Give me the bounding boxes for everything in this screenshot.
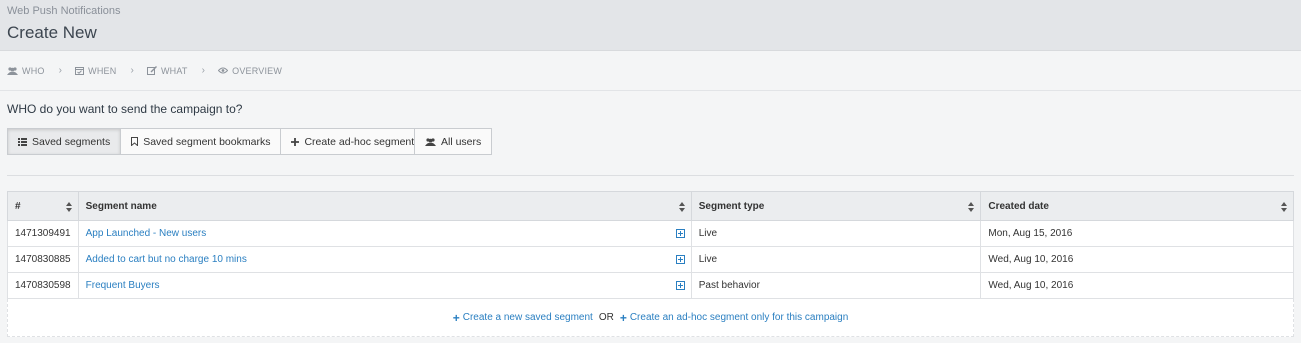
segment-name-cell: Frequent Buyers <box>77 272 692 299</box>
table-header-row: # Segment name Segment type Created date <box>7 191 1294 221</box>
column-label: # <box>15 200 21 212</box>
column-header-segment-type[interactable]: Segment type <box>690 191 982 221</box>
segment-type: Live <box>690 220 982 247</box>
plus-icon <box>291 137 300 146</box>
create-adhoc-segment-link[interactable]: + Create an ad-hoc segment only for this… <box>620 311 848 325</box>
column-label: Created date <box>988 200 1049 212</box>
step-label: WHO <box>22 65 45 76</box>
expand-plus-icon[interactable] <box>675 229 685 238</box>
segment-name-link[interactable]: Frequent Buyers <box>86 280 160 291</box>
wizard-steps: WHO › WHEN › WHAT › OVERVIEW <box>0 51 1301 91</box>
audience-question: WHO do you want to send the campaign to? <box>7 102 243 116</box>
users-icon <box>7 66 18 75</box>
sort-icon <box>65 202 72 212</box>
segment-id: 1470830885 <box>7 246 79 273</box>
calendar-icon <box>75 67 85 75</box>
segment-name-link[interactable]: Added to cart but no charge 10 mins <box>86 254 247 265</box>
sort-icon <box>1281 202 1287 212</box>
step-who[interactable]: WHO <box>7 66 45 76</box>
chevron-right-icon: › <box>58 65 63 76</box>
create-saved-segment-link[interactable]: + Create a new saved segment <box>453 311 593 325</box>
column-label: Segment type <box>698 200 765 212</box>
segment-name-cell: Added to cart but no charge 10 mins <box>77 246 692 273</box>
page-title: Create New <box>7 23 97 42</box>
expand-plus-icon[interactable] <box>675 255 685 264</box>
sort-icon <box>678 202 685 212</box>
table-row[interactable]: 1470830598 Frequent Buyers Past behavior… <box>7 272 1294 299</box>
segment-id: 1471309491 <box>7 220 79 247</box>
sort-icon <box>968 202 975 212</box>
create-saved-segment-label: Create a new saved segment <box>462 312 593 323</box>
column-header-id[interactable]: # <box>7 191 79 221</box>
bookmark-icon <box>131 137 139 146</box>
step-what[interactable]: WHAT <box>146 65 188 76</box>
all-users-button[interactable]: All users <box>414 128 493 155</box>
bookmarks-label: Saved segment bookmarks <box>143 135 271 148</box>
page-header: Web Push Notifications Create New <box>0 0 1301 51</box>
create-adhoc-segment-button[interactable]: Create ad-hoc segment <box>281 128 426 155</box>
step-when[interactable]: WHEN <box>75 66 116 76</box>
saved-segments-button[interactable]: Saved segments <box>7 128 122 155</box>
saved-segments-label: Saved segments <box>32 135 111 148</box>
table-row[interactable]: 1470830885 Added to cart but no charge 1… <box>7 246 1294 273</box>
step-overview[interactable]: OVERVIEW <box>218 66 282 76</box>
segment-created-date: Mon, Aug 15, 2016 <box>980 220 1294 247</box>
eye-icon <box>218 67 229 74</box>
step-label: OVERVIEW <box>232 65 283 76</box>
table-footer: + Create a new saved segment OR + Create… <box>7 299 1294 337</box>
column-header-segment-name[interactable]: Segment name <box>77 191 692 221</box>
segment-type: Live <box>690 246 982 273</box>
all-users-label: All users <box>441 135 482 148</box>
page-subtitle: Web Push Notifications <box>7 5 121 17</box>
column-header-created-date[interactable]: Created date <box>980 191 1294 221</box>
segment-source-tabs: Saved segments Saved segment bookmarks C… <box>7 128 426 155</box>
chevron-right-icon: › <box>201 65 206 76</box>
column-label: Segment name <box>85 200 157 212</box>
segment-created-date: Wed, Aug 10, 2016 <box>980 246 1294 273</box>
chevron-right-icon: › <box>130 65 134 76</box>
step-label: WHAT <box>160 65 188 76</box>
saved-segment-bookmarks-button[interactable]: Saved segment bookmarks <box>121 128 282 155</box>
create-adhoc-segment-label: Create an ad-hoc segment only for this c… <box>629 312 849 323</box>
edit-icon <box>146 66 157 75</box>
segment-name-cell: App Launched - New users <box>77 220 692 247</box>
list-icon <box>18 137 27 146</box>
users-icon <box>425 137 436 146</box>
expand-plus-icon[interactable] <box>675 281 685 290</box>
segment-name-link[interactable]: App Launched - New users <box>86 228 207 239</box>
step-label: WHEN <box>88 65 117 76</box>
plus-icon: + <box>452 310 460 325</box>
section-divider <box>7 175 1294 176</box>
plus-icon: + <box>619 310 627 325</box>
segments-table: # Segment name Segment type Created date… <box>7 191 1294 299</box>
segment-type: Past behavior <box>690 272 982 299</box>
table-row[interactable]: 1471309491 App Launched - New users Live… <box>7 220 1294 247</box>
segment-id: 1470830598 <box>7 272 79 299</box>
create-adhoc-label: Create ad-hoc segment <box>304 135 415 148</box>
segment-created-date: Wed, Aug 10, 2016 <box>980 272 1294 299</box>
or-separator: OR <box>598 312 614 323</box>
